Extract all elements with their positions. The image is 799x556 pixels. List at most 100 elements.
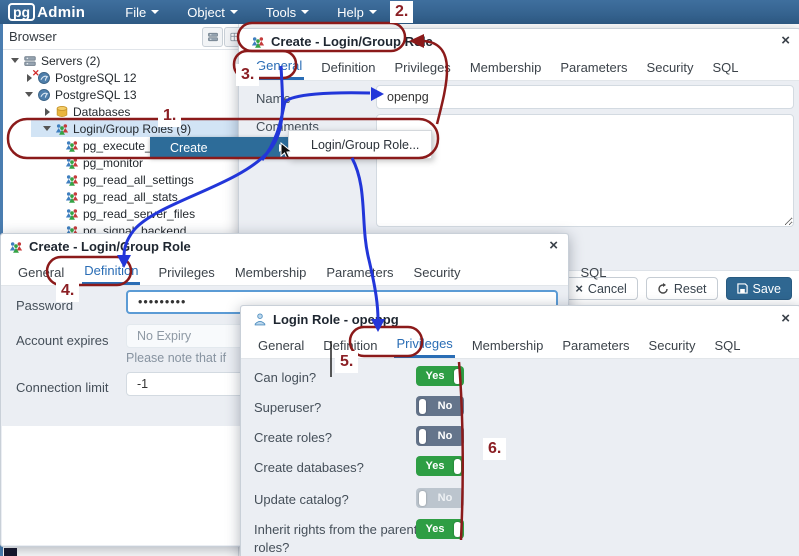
tab-security[interactable]: Security (647, 332, 698, 358)
toggle-knob (419, 428, 426, 444)
group-roles-icon (9, 240, 23, 254)
tree-item-role[interactable]: pg_read_all_settings (3, 171, 238, 188)
inherit-rights-label: Inherit rights from the parent roles? (254, 522, 418, 555)
create-databases-toggle[interactable]: Yes (416, 456, 464, 476)
password-label: Password (16, 298, 74, 313)
tab-general[interactable]: General (256, 332, 306, 358)
close-icon[interactable]: × (549, 237, 558, 254)
name-label: Name (256, 91, 291, 106)
name-input[interactable] (376, 85, 794, 109)
role-icon (65, 156, 79, 170)
tree-item-postgresql12[interactable]: ✕ PostgreSQL 12 (3, 67, 238, 86)
tab-general[interactable]: General (254, 54, 305, 80)
twisty-icon[interactable] (41, 107, 53, 116)
dialog-tab-bar: General Definition Privileges Membership… (241, 332, 799, 359)
tab-privileges[interactable]: Privileges (156, 259, 216, 285)
close-icon[interactable]: × (781, 32, 790, 49)
toggle-knob (419, 398, 426, 414)
chevron-down-icon (151, 10, 160, 14)
tab-membership[interactable]: Membership (470, 332, 546, 358)
toggle-knob (454, 368, 461, 384)
tab-membership[interactable]: Membership (233, 259, 309, 285)
tab-definition[interactable]: Definition (82, 259, 141, 285)
menu-help[interactable]: Help (337, 5, 377, 20)
tab-sql[interactable]: SQL (579, 259, 609, 285)
disconnected-badge: ✕ (32, 67, 40, 78)
server-stack-icon (23, 54, 37, 68)
tree-item-servers[interactable]: Servers (2) (3, 52, 238, 69)
menu-file[interactable]: File (125, 5, 160, 20)
role-icon (65, 190, 79, 204)
reset-button[interactable]: Reset (645, 277, 718, 300)
reset-icon (658, 282, 668, 294)
account-expires-label: Account expires (16, 333, 109, 348)
expiry-note: Please note that if (126, 351, 227, 365)
tab-security[interactable]: Security (412, 259, 463, 285)
twisty-icon[interactable] (23, 92, 35, 97)
toggle-knob (454, 458, 461, 474)
tree-item-postgresql13[interactable]: PostgreSQL 13 (3, 86, 238, 103)
dialog-title: Create - Login/Group Role (271, 34, 433, 49)
tree-item-login-group-roles[interactable]: Login/Group Roles (9) (3, 120, 238, 137)
save-button[interactable]: Save (725, 277, 792, 300)
dialog-title: Create - Login/Group Role (29, 239, 191, 254)
toggle-knob (419, 490, 426, 506)
tree-item-role[interactable]: pg_read_server_files (3, 205, 238, 222)
login-role-person-icon (253, 312, 267, 326)
mouse-cursor-icon (280, 142, 293, 160)
connection-limit-label: Connection limit (16, 380, 109, 395)
menu-tools[interactable]: Tools (266, 5, 310, 20)
tab-parameters[interactable]: Parameters (560, 332, 631, 358)
tab-sql[interactable]: SQL (711, 54, 741, 80)
tab-definition[interactable]: Definition (319, 54, 377, 80)
role-icon (65, 207, 79, 221)
tab-membership[interactable]: Membership (468, 54, 544, 80)
browser-panel-title: Browser (9, 29, 57, 44)
update-catalog-toggle[interactable]: No (416, 488, 464, 508)
twisty-icon[interactable] (41, 126, 53, 131)
menu-object[interactable]: Object (187, 5, 238, 20)
tab-sql[interactable]: SQL (713, 332, 743, 358)
group-roles-icon (251, 35, 265, 49)
tree-item-role[interactable]: pg_read_all_stats (3, 188, 238, 205)
can-login-label: Can login? (254, 370, 317, 385)
twisty-icon[interactable] (9, 58, 21, 63)
superuser-toggle[interactable]: No (416, 396, 464, 416)
group-roles-icon (55, 122, 69, 136)
comments-textarea[interactable] (376, 114, 794, 227)
taskbar-fragment (4, 548, 17, 556)
toggle-knob (454, 521, 461, 537)
chevron-down-icon (368, 10, 377, 14)
close-icon[interactable]: × (781, 310, 790, 327)
browser-header: Browser (3, 24, 245, 50)
inherit-rights-toggle[interactable]: Yes (416, 519, 464, 539)
tab-parameters[interactable]: Parameters (324, 259, 395, 285)
top-menu-bar: pg Admin File Object Tools Help (0, 0, 799, 24)
create-databases-label: Create databases? (254, 460, 364, 475)
dialog-titlebar: Login Role - openpg × (241, 306, 799, 333)
dialog-titlebar: Create - Login/Group Role × (239, 29, 799, 55)
dialog-titlebar: Create - Login/Group Role × (1, 234, 568, 260)
pgadmin-app: pg Admin File Object Tools Help Browser … (0, 0, 799, 556)
pgadmin-logo: pg Admin (8, 3, 85, 21)
create-roles-toggle[interactable]: No (416, 426, 464, 446)
tab-privileges[interactable]: Privileges (392, 54, 452, 80)
tab-parameters[interactable]: Parameters (558, 54, 629, 80)
browser-toolbar-button[interactable] (202, 27, 223, 47)
context-menu-create[interactable]: Create (150, 137, 290, 158)
tab-general[interactable]: General (16, 259, 66, 285)
dialog-title: Login Role - openpg (273, 311, 399, 327)
tree-item-databases[interactable]: Databases (3, 103, 238, 120)
context-menu-login-group-role[interactable]: Login/Group Role... (288, 130, 432, 159)
save-icon (736, 283, 748, 294)
tab-security[interactable]: Security (645, 54, 696, 80)
dialog-tab-bar: General Definition Privileges Membership… (239, 54, 799, 81)
tab-definition[interactable]: Definition (321, 332, 379, 358)
logo-pg-mark: pg (8, 3, 36, 21)
tab-privileges[interactable]: Privileges (394, 332, 455, 358)
superuser-label: Superuser? (254, 400, 322, 415)
logo-admin-text: Admin (37, 3, 86, 21)
can-login-toggle[interactable]: Yes (416, 366, 464, 386)
dialog-tab-bar: General Definition Privileges Membership… (1, 259, 607, 286)
role-icon (65, 139, 79, 153)
